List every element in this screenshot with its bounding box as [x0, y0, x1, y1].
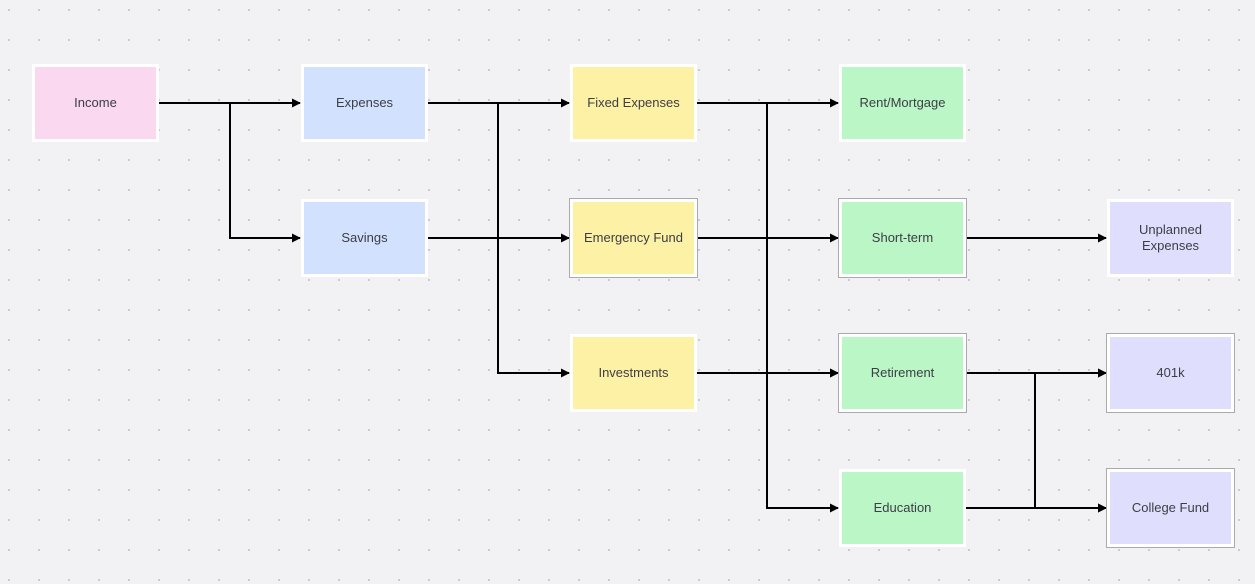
- diagram-canvas[interactable]: Income Expenses Savings Fixed Expenses Emerg…: [0, 0, 1255, 584]
- node-unplanned-expenses[interactable]: Unplanned Expenses: [1107, 199, 1234, 277]
- node-retirement[interactable]: Retirement: [839, 334, 966, 412]
- node-savings[interactable]: Savings: [301, 199, 428, 277]
- node-education[interactable]: Education: [839, 469, 966, 547]
- node-label: Expenses: [335, 95, 394, 110]
- node-label: Savings: [341, 230, 388, 245]
- connector-expenses-to-investments[interactable]: [428, 102, 570, 378]
- node-college-fund[interactable]: College Fund: [1107, 469, 1234, 547]
- node-label: Fixed Expenses: [587, 95, 680, 110]
- node-label: Rent/Mortgage: [859, 95, 946, 110]
- connector-retirement-to-college-fund[interactable]: [966, 372, 1107, 513]
- node-emergency-fund[interactable]: Emergency Fund: [570, 199, 697, 277]
- node-short-term[interactable]: Short-term: [839, 199, 966, 277]
- node-income[interactable]: Income: [32, 64, 159, 142]
- node-label: Education: [873, 500, 932, 515]
- node-label: Emergency Fund: [584, 230, 683, 245]
- connector-income-to-savings[interactable]: [159, 102, 301, 243]
- connector-fixed-expenses-to-education[interactable]: [697, 102, 839, 513]
- node-label: Investments: [598, 365, 669, 380]
- node-label: Short-term: [871, 230, 934, 245]
- node-label: Retirement: [870, 365, 935, 380]
- connector-fixed-expenses-to-retirement[interactable]: [697, 102, 839, 378]
- node-label: Income: [74, 95, 117, 110]
- node-rent-mortgage[interactable]: Rent/Mortgage: [839, 64, 966, 142]
- node-label: 401k: [1156, 365, 1185, 380]
- node-expenses[interactable]: Expenses: [301, 64, 428, 142]
- node-fixed-expenses[interactable]: Fixed Expenses: [570, 64, 697, 142]
- node-401k[interactable]: 401k: [1107, 334, 1234, 412]
- node-label: College Fund: [1131, 500, 1210, 515]
- node-label: Unplanned Expenses: [1139, 222, 1202, 253]
- connector-education-to-401k[interactable]: [966, 368, 1107, 509]
- node-investments[interactable]: Investments: [570, 334, 697, 412]
